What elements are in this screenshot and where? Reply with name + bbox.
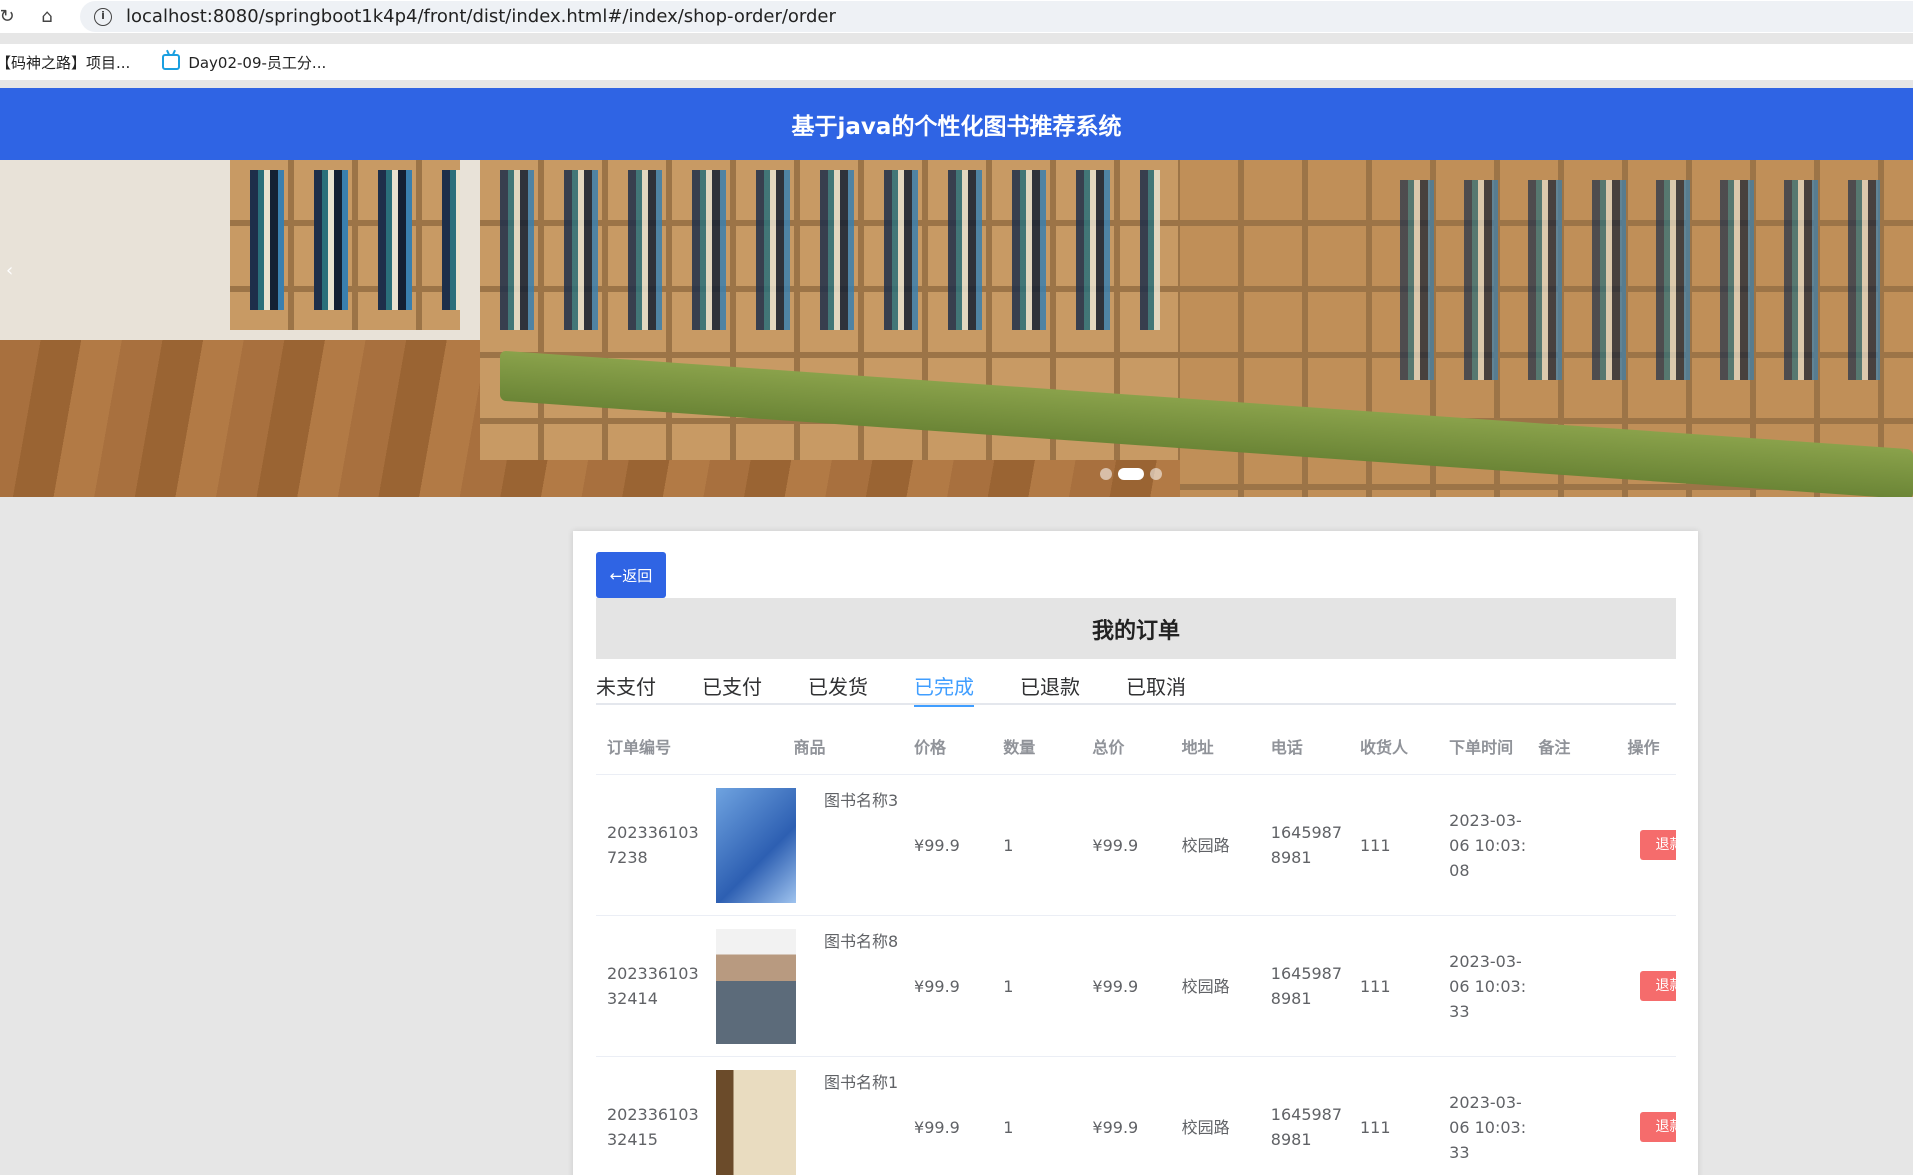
total-price: ¥99.9 (1092, 835, 1139, 855)
order-time: 2023-03-06 10:03:08 (1449, 810, 1527, 880)
price: ¥99.9 (914, 976, 960, 996)
col-total: 总价 (1092, 738, 1125, 757)
back-button[interactable]: ←返回 (596, 552, 666, 598)
banner-books (250, 170, 460, 310)
reload-icon[interactable]: ↻ (0, 2, 15, 32)
goods-info: 图书名称3 (715, 787, 903, 903)
bookmark-label: Day02-09-员工分... (188, 53, 327, 72)
url-text: localhost:8080/springboot1k4p4/front/dis… (126, 6, 836, 27)
price: ¥99.9 (914, 835, 960, 855)
goods-cell: 图书名称8 (705, 928, 903, 1044)
carousel-dot[interactable] (1100, 468, 1112, 480)
col-goods: 商品 (793, 738, 826, 757)
goods-info: 图书名称8 (715, 928, 903, 1044)
bookmark-label: 【码神之路】项目... (0, 53, 131, 72)
order-table: 订单编号 商品 价格 数量 总价 地址 电话 收货人 下单时间 备注 操作 20… (596, 721, 1677, 1175)
carousel-dot[interactable] (1150, 468, 1162, 480)
goods-cell: 图书名称1 (705, 1069, 903, 1175)
bookmarks-bar: 【码神之路】项目... Day02-09-员工分... (0, 44, 1913, 80)
address: 校园路 (1181, 1117, 1230, 1137)
phone: 16459878981 (1270, 1105, 1343, 1149)
goods-cell: 图书名称3 (705, 787, 903, 903)
tab-completed[interactable]: 已完成 (914, 659, 974, 707)
goods-name: 图书名称1 (823, 1072, 899, 1092)
phone: 16459878981 (1270, 823, 1343, 867)
goods-info: 图书名称1 (715, 1069, 903, 1175)
banner-carousel[interactable]: ‹ (0, 160, 1913, 497)
tab-refunded[interactable]: 已退款 (1020, 659, 1080, 705)
order-time: 2023-03-06 10:03:33 (1449, 951, 1527, 1021)
order-card: ←返回 我的订单 未支付 已支付 已发货 已完成 已退款 已取消 订单编号 商品… (573, 531, 1698, 1175)
table-row: 20233610332415 图书名称1 ¥99.9 1 ¥99.9 校园路 1… (596, 1057, 1677, 1175)
receiver: 111 (1359, 1117, 1391, 1137)
receiver: 111 (1359, 976, 1391, 996)
refund-button[interactable]: 退款 (1639, 971, 1677, 1001)
phone: 16459878981 (1270, 964, 1343, 1008)
col-address: 地址 (1181, 738, 1214, 757)
col-price: 价格 (914, 738, 947, 757)
total-price: ¥99.9 (1092, 1117, 1139, 1137)
price: ¥99.9 (914, 1117, 960, 1137)
book-cover-image[interactable] (715, 787, 796, 903)
quantity: 1 (1003, 1117, 1014, 1137)
table-row: 20233610332414 图书名称8 ¥99.9 1 ¥99.9 校园路 1… (596, 916, 1677, 1057)
tab-cancelled[interactable]: 已取消 (1126, 659, 1186, 705)
tab-paid[interactable]: 已支付 (702, 659, 762, 705)
browser-toolbar: ↻ ⌂ i localhost:8080/springboot1k4p4/fro… (0, 0, 1913, 33)
carousel-indicators (1100, 468, 1168, 480)
col-note: 备注 (1538, 738, 1571, 757)
site-info-icon[interactable]: i (94, 7, 112, 26)
goods-name: 图书名称3 (823, 790, 899, 810)
refund-button[interactable]: 退款 (1639, 830, 1677, 860)
action-cell: 退款 (1617, 1112, 1677, 1142)
page-title: 我的订单 (1091, 618, 1180, 644)
banner-books (1400, 180, 1880, 380)
col-time: 下单时间 (1449, 738, 1514, 757)
order-no: 20233610332414 (607, 964, 699, 1008)
refund-button[interactable]: 退款 (1639, 1112, 1677, 1142)
action-cell: 退款 (1617, 971, 1677, 1001)
title-bar: 我的订单 (596, 598, 1676, 659)
address-bar[interactable]: i localhost:8080/springboot1k4p4/front/d… (80, 1, 1913, 32)
carousel-prev-icon[interactable]: ‹ (6, 260, 13, 281)
order-time: 2023-03-06 10:03:33 (1449, 1092, 1527, 1162)
table-row: 2023361037238 图书名称3 ¥99.9 1 ¥99.9 校园路 16… (596, 775, 1677, 916)
tab-unpaid[interactable]: 未支付 (596, 659, 656, 705)
col-receiver: 收货人 (1359, 738, 1408, 757)
banner-books (500, 170, 1160, 330)
col-qty: 数量 (1003, 738, 1036, 757)
col-order-no: 订单编号 (607, 738, 672, 757)
order-no: 20233610332415 (607, 1105, 699, 1149)
col-action: 操作 (1627, 738, 1660, 757)
col-phone: 电话 (1270, 738, 1303, 757)
book-cover-image[interactable] (715, 1069, 796, 1175)
tab-shipped[interactable]: 已发货 (808, 659, 868, 705)
quantity: 1 (1003, 835, 1014, 855)
bookmark-item[interactable]: Day02-09-员工分... (162, 52, 326, 73)
address: 校园路 (1181, 976, 1230, 996)
quantity: 1 (1003, 976, 1014, 996)
bookmark-item[interactable]: 【码神之路】项目... (0, 52, 130, 73)
bilibili-icon (162, 54, 181, 70)
book-cover-image[interactable] (715, 928, 796, 1044)
receiver: 111 (1359, 835, 1391, 855)
site-header: 基于java的个性化图书推荐系统 (0, 88, 1913, 160)
site-title: 基于java的个性化图书推荐系统 (791, 114, 1122, 140)
address: 校园路 (1181, 835, 1230, 855)
order-status-tabs: 未支付 已支付 已发货 已完成 已退款 已取消 (596, 659, 1676, 707)
action-cell: 退款 (1617, 830, 1677, 860)
order-no: 2023361037238 (607, 823, 699, 867)
total-price: ¥99.9 (1092, 976, 1139, 996)
goods-name: 图书名称8 (823, 931, 899, 951)
carousel-dot-active[interactable] (1118, 468, 1144, 480)
table-header: 订单编号 商品 价格 数量 总价 地址 电话 收货人 下单时间 备注 操作 (596, 721, 1676, 775)
home-icon[interactable]: ⌂ (32, 2, 62, 32)
